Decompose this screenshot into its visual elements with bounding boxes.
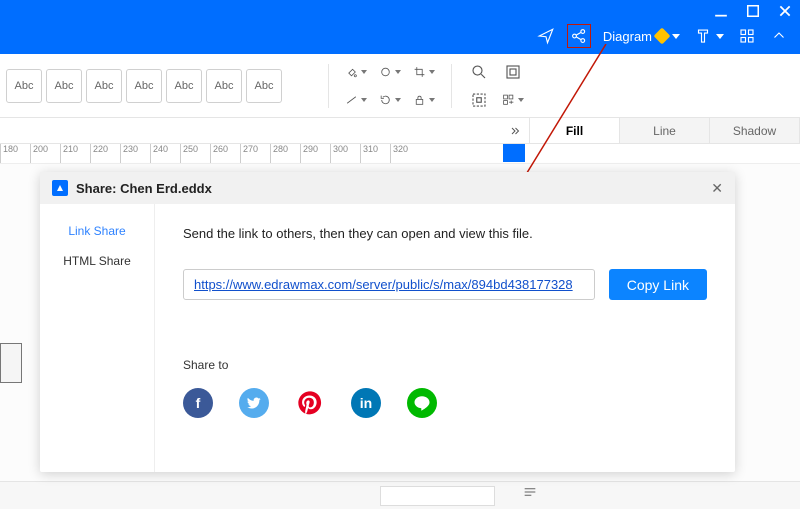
dialog-close-button[interactable]: ✕	[711, 180, 723, 197]
diagram-shape[interactable]	[0, 343, 22, 383]
ruler-mark: 180	[0, 144, 30, 163]
select-all-button[interactable]	[468, 89, 490, 111]
top-toolbar: Diagram	[535, 24, 790, 48]
linkedin-icon[interactable]: in	[351, 388, 381, 418]
line-style-button[interactable]	[345, 89, 367, 111]
text-style-preset[interactable]: Abc	[166, 69, 202, 103]
app-logo-icon	[52, 180, 68, 196]
title-bar: Diagram	[0, 0, 800, 54]
ruler-mark: 210	[60, 144, 90, 163]
ruler-mark: 320	[390, 144, 420, 163]
panel-indicator	[503, 144, 525, 162]
expand-panel-button[interactable]	[500, 118, 530, 143]
fill-color-button[interactable]	[345, 61, 367, 83]
share-button[interactable]	[567, 24, 591, 48]
line-icon[interactable]	[407, 388, 437, 418]
ruler-mark: 280	[270, 144, 300, 163]
separator	[451, 64, 452, 108]
shape-button[interactable]	[379, 61, 401, 83]
share-url-input[interactable]: https://www.edrawmax.com/server/public/s…	[183, 269, 595, 300]
page-options-icon[interactable]	[522, 484, 538, 505]
diagram-label: Diagram	[603, 29, 652, 44]
tab-line[interactable]: Line	[620, 118, 710, 143]
social-share-row: f in	[183, 388, 707, 418]
rotate-button[interactable]	[379, 89, 401, 111]
copy-link-button[interactable]: Copy Link	[609, 269, 707, 300]
text-style-group: Abc Abc Abc Abc Abc Abc Abc	[6, 69, 282, 103]
ruler-mark: 200	[30, 144, 60, 163]
dialog-description: Send the link to others, then they can o…	[183, 226, 707, 241]
ruler-mark: 230	[120, 144, 150, 163]
send-button[interactable]	[535, 24, 557, 48]
diagram-menu[interactable]: Diagram	[601, 24, 682, 48]
panel-tabs: Fill Line Shadow	[0, 118, 800, 144]
dialog-main: Send the link to others, then they can o…	[155, 204, 735, 472]
close-button[interactable]	[778, 4, 792, 18]
pinterest-icon[interactable]	[295, 388, 325, 418]
text-style-preset[interactable]: Abc	[86, 69, 122, 103]
text-style-preset[interactable]: Abc	[46, 69, 82, 103]
dialog-sidebar: Link Share HTML Share	[40, 204, 155, 472]
tab-fill[interactable]: Fill	[530, 118, 620, 143]
horizontal-ruler: 180 200 210 220 230 240 250 260 270 280 …	[0, 144, 800, 164]
ruler-mark: 290	[300, 144, 330, 163]
zoom-button[interactable]	[468, 61, 490, 83]
page-tab[interactable]	[380, 486, 495, 506]
ruler-mark: 220	[90, 144, 120, 163]
diamond-icon	[654, 28, 671, 45]
share-to-label: Share to	[183, 358, 707, 372]
minimize-button[interactable]	[714, 4, 728, 18]
facebook-icon[interactable]: f	[183, 388, 213, 418]
chevron-down-icon	[672, 34, 680, 39]
text-style-preset[interactable]: Abc	[126, 69, 162, 103]
ribbon-toolbar: Abc Abc Abc Abc Abc Abc Abc	[0, 54, 800, 118]
theme-menu[interactable]	[692, 24, 726, 48]
window-controls	[714, 4, 792, 18]
crop-button[interactable]	[413, 61, 435, 83]
separator	[328, 64, 329, 108]
ruler-mark: 300	[330, 144, 360, 163]
ruler-mark: 270	[240, 144, 270, 163]
maximize-button[interactable]	[746, 4, 760, 18]
dialog-title: Share: Chen Erd.eddx	[76, 181, 212, 196]
apps-menu[interactable]	[736, 24, 758, 48]
dialog-header: Share: Chen Erd.eddx ✕	[40, 172, 735, 204]
lock-button[interactable]	[413, 89, 435, 111]
ruler-mark: 250	[180, 144, 210, 163]
ruler-mark: 260	[210, 144, 240, 163]
twitter-icon[interactable]	[239, 388, 269, 418]
text-style-preset[interactable]: Abc	[246, 69, 282, 103]
ruler-mark: 310	[360, 144, 390, 163]
text-style-preset[interactable]: Abc	[6, 69, 42, 103]
ruler-mark: 240	[150, 144, 180, 163]
chevron-down-icon	[716, 34, 724, 39]
sidebar-item-link-share[interactable]: Link Share	[68, 224, 125, 238]
text-style-preset[interactable]: Abc	[206, 69, 242, 103]
tab-shadow[interactable]: Shadow	[710, 118, 800, 143]
arrange-button[interactable]	[502, 89, 524, 111]
sidebar-item-html-share[interactable]: HTML Share	[63, 254, 131, 268]
share-dialog: Share: Chen Erd.eddx ✕ Link Share HTML S…	[40, 172, 735, 472]
collapse-ribbon-button[interactable]	[768, 24, 790, 48]
fit-page-button[interactable]	[502, 61, 524, 83]
